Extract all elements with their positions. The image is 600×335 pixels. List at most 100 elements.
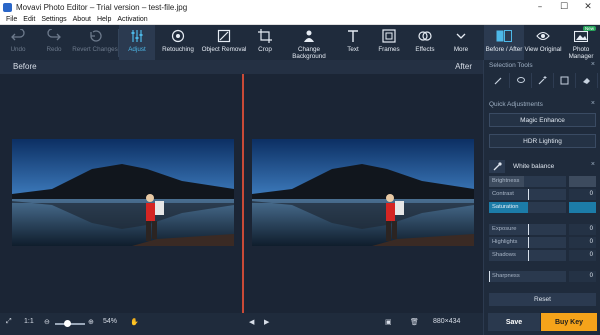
maximize-icon[interactable]: ☐ (552, 0, 576, 14)
close-icon[interactable]: × (591, 61, 595, 68)
frames-tab[interactable]: Frames (371, 25, 407, 60)
save-button[interactable]: Save (488, 313, 540, 331)
reset-button[interactable]: Reset (489, 293, 596, 306)
effects-tab[interactable]: Effects (407, 25, 443, 60)
zoom-in-icon[interactable]: ⊕ (88, 318, 94, 326)
before-image (12, 139, 234, 246)
adjust-icon (131, 30, 143, 42)
more-label: More (453, 46, 469, 53)
saturation-slider[interactable]: Saturation (489, 202, 596, 213)
menu-settings[interactable]: Settings (41, 16, 66, 23)
lasso-icon[interactable] (510, 73, 532, 88)
before-label: Before (13, 62, 37, 71)
exposure-value[interactable]: 0 (569, 224, 596, 235)
contrast-marker (528, 189, 529, 200)
brightness-slider[interactable]: Brightness (489, 176, 596, 187)
menu-edit[interactable]: Edit (23, 16, 35, 23)
exposure-slider[interactable]: Exposure 0 (489, 224, 596, 235)
photo-manager-label: Photo Manager (568, 46, 594, 60)
brush-icon[interactable] (488, 73, 510, 88)
menu-file[interactable]: File (6, 16, 17, 23)
buy-key-button[interactable]: Buy Key (541, 313, 597, 331)
crop-label: Crop (258, 46, 272, 53)
window-controls: – ☐ ✕ (528, 0, 600, 14)
sharpness-value[interactable]: 0 (569, 271, 596, 282)
revert-changes-label: Revert Changes (72, 46, 118, 53)
highlights-slider[interactable]: Highlights 0 (489, 237, 596, 248)
adjust-label: Adjust (128, 46, 146, 53)
before-after-icon (496, 30, 512, 42)
compare-divider[interactable] (242, 74, 244, 313)
view-original-button[interactable]: View Original (524, 25, 562, 60)
eyedropper-icon[interactable] (489, 159, 505, 173)
highlights-label: Highlights (492, 239, 518, 245)
frames-label: Frames (378, 46, 400, 53)
quick-adjustments-heading: Quick Adjustments (489, 101, 543, 108)
menu-help[interactable]: Help (97, 16, 111, 23)
undo-icon (11, 29, 25, 41)
hand-icon[interactable]: ✋ (130, 318, 139, 326)
rectangle-select-icon[interactable] (554, 73, 576, 88)
zoom-slider[interactable] (55, 320, 85, 327)
shadows-marker (528, 250, 529, 261)
app-icon (3, 2, 12, 12)
exposure-marker (528, 224, 529, 235)
zoom-level: 54% (103, 318, 118, 325)
undo-button[interactable]: Undo (0, 25, 36, 60)
highlights-marker (528, 237, 529, 248)
photo-manager-button[interactable]: New Photo Manager (562, 25, 600, 60)
main-toolbar: Undo Redo Revert Changes Adjust Retouchi… (0, 25, 600, 60)
zoom-slider-handle[interactable] (64, 320, 71, 327)
magic-enhance-button[interactable]: Magic Enhance (489, 113, 596, 127)
selection-tools-heading: Selection Tools (489, 62, 533, 69)
text-tab[interactable]: Text (335, 25, 371, 60)
selection-tools-row (488, 73, 598, 88)
exposure-label: Exposure (492, 226, 517, 232)
hdr-lighting-button[interactable]: HDR Lighting (489, 134, 596, 148)
brightness-value[interactable] (569, 176, 596, 187)
menu-activation[interactable]: Activation (117, 16, 147, 23)
retouching-tab[interactable]: Retouching (155, 25, 201, 60)
contrast-value[interactable]: 0 (569, 189, 596, 200)
contrast-label: Contrast (492, 191, 514, 197)
shadows-slider[interactable]: Shadows 0 (489, 250, 596, 261)
zoom-out-icon[interactable]: ⊖ (44, 318, 50, 326)
view-original-label: View Original (524, 46, 562, 53)
revert-icon (90, 30, 102, 42)
crop-tab[interactable]: Crop (247, 25, 283, 60)
eraser-icon[interactable] (576, 73, 598, 88)
object-removal-label: Object Removal (201, 46, 247, 53)
compare-header: Before After (0, 60, 483, 74)
after-label: After (455, 62, 472, 71)
before-after-toggle[interactable]: Before / After (484, 25, 524, 60)
sharpness-slider[interactable]: Sharpness 0 (489, 271, 596, 282)
title-bar: Movavi Photo Editor – Trial version – te… (0, 0, 600, 14)
adjust-tab[interactable]: Adjust (119, 25, 155, 60)
fit-screen-icon[interactable]: ⤢ (6, 318, 12, 326)
more-tab[interactable]: More (443, 25, 479, 60)
actual-size-button[interactable]: 1:1 (24, 318, 34, 325)
close-icon[interactable]: × (591, 161, 595, 168)
next-icon[interactable]: ▶ (264, 318, 269, 326)
chevron-down-icon (456, 33, 466, 39)
contrast-slider[interactable]: Contrast 0 (489, 189, 596, 200)
magic-wand-icon[interactable] (532, 73, 554, 88)
shadows-value[interactable]: 0 (569, 250, 596, 261)
new-badge: New (582, 26, 596, 31)
redo-button[interactable]: Redo (36, 25, 72, 60)
change-background-tab[interactable]: Change Background (283, 25, 335, 60)
object-removal-icon (217, 29, 231, 43)
highlights-value[interactable]: 0 (569, 237, 596, 248)
before-after-small-icon[interactable]: ▣ (385, 318, 392, 326)
close-icon[interactable]: ✕ (576, 0, 600, 14)
previous-icon[interactable]: ◀ (249, 318, 254, 326)
object-removal-tab[interactable]: Object Removal (201, 25, 247, 60)
delete-icon[interactable]: 🗑 (410, 318, 419, 326)
saturation-value[interactable] (569, 202, 596, 213)
minimize-icon[interactable]: – (528, 0, 552, 14)
change-background-label: Change Background (292, 46, 326, 60)
menu-about[interactable]: About (73, 16, 91, 23)
toolbar-right-group: Before / After View Original New Photo M… (484, 25, 600, 60)
close-icon[interactable]: × (591, 100, 595, 107)
revert-changes-button[interactable]: Revert Changes (72, 25, 118, 60)
